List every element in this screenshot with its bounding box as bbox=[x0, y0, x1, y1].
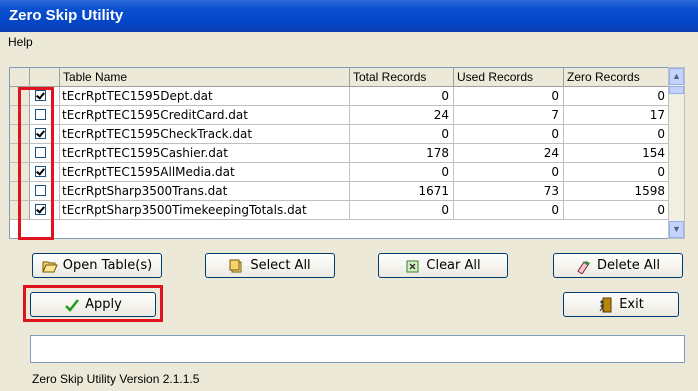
cell-used-records: 0 bbox=[454, 163, 564, 182]
row-check-cell[interactable] bbox=[30, 106, 60, 125]
cell-total-records: 178 bbox=[350, 144, 454, 163]
eraser-icon bbox=[577, 260, 591, 274]
clear-all-button[interactable]: Clear All bbox=[378, 253, 508, 278]
cell-table-name: tEcrRptSharp3500Trans.dat bbox=[60, 182, 350, 201]
delete-all-label: Delete All bbox=[597, 258, 660, 273]
table-grid[interactable]: Table Name Total Records Used Records Ze… bbox=[9, 67, 679, 239]
cell-used-records: 0 bbox=[454, 125, 564, 144]
cell-table-name: tEcrRptSharp3500TimekeepingTotals.dat bbox=[60, 201, 350, 220]
row-selector[interactable] bbox=[10, 163, 30, 182]
table-row[interactable]: ItEcrRptSharp3500TimekeepingTotals.dat 0 0… bbox=[10, 201, 678, 220]
row-check-cell[interactable] bbox=[30, 144, 60, 163]
status-box bbox=[30, 335, 685, 363]
clear-all-label: Clear All bbox=[426, 258, 481, 273]
cell-table-name: tEcrRptTEC1595Cashier.dat bbox=[60, 144, 350, 163]
vertical-scrollbar[interactable]: ▲ ▼ bbox=[668, 67, 685, 239]
cell-zero-records: 0 bbox=[564, 163, 670, 182]
exit-door-icon bbox=[599, 297, 612, 312]
delete-all-button[interactable]: Delete All bbox=[553, 253, 683, 278]
cell-total-records: 0 bbox=[350, 201, 454, 220]
cell-used-records: 7 bbox=[454, 106, 564, 125]
cell-table-name: tEcrRptTEC1595CheckTrack.dat bbox=[60, 125, 350, 144]
table-row[interactable]: tEcrRptTEC1595Cashier.dat 178 24 154 bbox=[10, 144, 678, 163]
window-title-bar: Zero Skip Utility bbox=[0, 0, 698, 32]
cell-table-name: tEcrRptTEC1595CreditCard.dat bbox=[60, 106, 350, 125]
exit-label: Exit bbox=[619, 297, 644, 312]
cell-used-records: 0 bbox=[454, 201, 564, 220]
header-zero-records[interactable]: Zero Records bbox=[564, 68, 670, 87]
row-checkbox[interactable] bbox=[35, 204, 46, 215]
row-check-cell[interactable] bbox=[30, 87, 60, 106]
row-check-cell[interactable] bbox=[30, 163, 60, 182]
open-folder-icon bbox=[42, 261, 58, 272]
row-checkbox[interactable] bbox=[35, 109, 46, 120]
row-checkbox[interactable] bbox=[35, 147, 46, 158]
open-tables-button[interactable]: Open Table(s) bbox=[32, 253, 162, 278]
checkmark-icon bbox=[65, 298, 80, 312]
cell-used-records: 24 bbox=[454, 144, 564, 163]
cell-total-records: 0 bbox=[350, 163, 454, 182]
row-checkbox[interactable] bbox=[35, 166, 46, 177]
row-selector[interactable] bbox=[10, 144, 30, 163]
table-row[interactable]: tEcrRptTEC1595CreditCard.dat 24 7 17 bbox=[10, 106, 678, 125]
cell-zero-records: 154 bbox=[564, 144, 670, 163]
window-title: Zero Skip Utility bbox=[9, 7, 124, 24]
scroll-up-icon[interactable]: ▲ bbox=[669, 68, 684, 85]
header-used-records[interactable]: Used Records bbox=[454, 68, 564, 87]
cell-used-records: 73 bbox=[454, 182, 564, 201]
apply-button[interactable]: Apply bbox=[30, 292, 156, 317]
open-tables-label: Open Table(s) bbox=[62, 258, 153, 273]
table-row[interactable]: tEcrRptTEC1595Dept.dat 0 0 0 bbox=[10, 87, 678, 106]
cell-zero-records: 0 bbox=[564, 87, 670, 106]
select-all-label: Select All bbox=[250, 258, 311, 273]
cell-zero-records: 0 bbox=[564, 125, 670, 144]
row-selector[interactable] bbox=[10, 182, 30, 201]
cell-table-name: tEcrRptTEC1595Dept.dat bbox=[60, 87, 350, 106]
clear-all-icon bbox=[406, 260, 419, 272]
cell-zero-records: 1598 bbox=[564, 182, 670, 201]
row-checkbox[interactable] bbox=[35, 128, 46, 139]
cell-zero-records: 0 bbox=[564, 201, 670, 220]
row-selector[interactable] bbox=[10, 125, 30, 144]
cell-total-records: 1671 bbox=[350, 182, 454, 201]
header-total-records[interactable]: Total Records bbox=[350, 68, 454, 87]
cell-total-records: 0 bbox=[350, 87, 454, 106]
scroll-thumb[interactable] bbox=[669, 86, 684, 94]
header-check bbox=[30, 68, 60, 87]
row-selector[interactable] bbox=[10, 106, 30, 125]
scroll-down-icon[interactable]: ▼ bbox=[669, 221, 684, 238]
cell-used-records: 0 bbox=[454, 87, 564, 106]
row-checkbox[interactable] bbox=[35, 185, 46, 196]
header-table-name[interactable]: Table Name bbox=[60, 68, 350, 87]
row-selector[interactable] bbox=[10, 87, 30, 106]
exit-button[interactable]: Exit bbox=[563, 292, 679, 317]
row-check-cell[interactable] bbox=[30, 201, 60, 220]
version-label: Zero Skip Utility Version 2.1.1.5 bbox=[32, 372, 200, 386]
select-all-icon bbox=[229, 259, 242, 272]
table-row[interactable]: tEcrRptSharp3500Trans.dat 1671 73 1598 bbox=[10, 182, 678, 201]
table-row[interactable]: tEcrRptTEC1595AllMedia.dat 0 0 0 bbox=[10, 163, 678, 182]
apply-label: Apply bbox=[85, 297, 122, 312]
menu-help[interactable]: Help bbox=[8, 35, 33, 49]
cell-total-records: 24 bbox=[350, 106, 454, 125]
cell-total-records: 0 bbox=[350, 125, 454, 144]
table-row[interactable]: tEcrRptTEC1595CheckTrack.dat 0 0 0 bbox=[10, 125, 678, 144]
row-check-cell[interactable] bbox=[30, 125, 60, 144]
menu-bar: Help bbox=[0, 32, 698, 52]
row-check-cell[interactable] bbox=[30, 182, 60, 201]
cell-table-name: tEcrRptTEC1595AllMedia.dat bbox=[60, 163, 350, 182]
row-selector[interactable]: I bbox=[10, 201, 30, 220]
row-checkbox[interactable] bbox=[35, 90, 46, 101]
header-row-selector bbox=[10, 68, 30, 87]
select-all-button[interactable]: Select All bbox=[205, 253, 335, 278]
cell-zero-records: 17 bbox=[564, 106, 670, 125]
